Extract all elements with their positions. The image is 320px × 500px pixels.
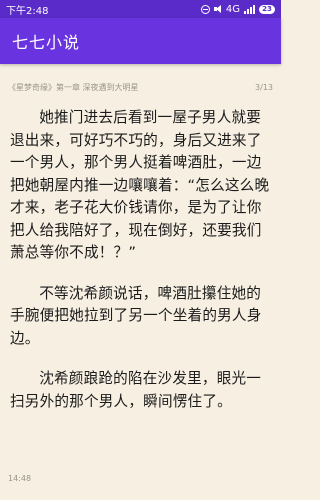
signal-icon: [244, 4, 255, 14]
chapter-title: 《星梦奇缘》第一章 深夜遇到大明星: [8, 82, 139, 92]
paragraph: 她推门进去后看到一屋子男人就要退出来，可好巧不巧的，身后又进来了一个男人，那个男…: [10, 109, 270, 261]
app-title: 七七小说: [12, 33, 81, 52]
reader-content[interactable]: 她推门进去后看到一屋子男人就要退出来，可好巧不巧的，身后又进来了一个男人，那个男…: [10, 107, 272, 431]
do-not-disturb-icon: [200, 4, 210, 14]
status-right: 4G 23: [200, 3, 275, 15]
volume-icon: [213, 5, 222, 13]
page-indicator: 3/13: [255, 82, 273, 92]
status-bar: 下午2:48 4G 23: [0, 0, 281, 18]
status-time: 下午2:48: [6, 5, 49, 17]
paragraph: 不等沈希颜说话，啤酒肚攥住她的手腕便把她拉到了另一个坐着的男人身边。: [10, 284, 262, 347]
network-type: 4G: [225, 3, 240, 15]
status-left: 下午2:48: [6, 2, 48, 17]
chapter-header: 《星梦奇缘》第一章 深夜遇到大明星 3/13: [8, 80, 273, 94]
battery-icon: 23: [259, 4, 275, 14]
footer-time: 14:48: [8, 474, 32, 483]
app-bar: 七七小说: [0, 18, 281, 64]
paragraph: 沈希颜踉跄的陷在沙发里，眼光一扫另外的那个男人，瞬间愣住了。: [10, 370, 262, 410]
